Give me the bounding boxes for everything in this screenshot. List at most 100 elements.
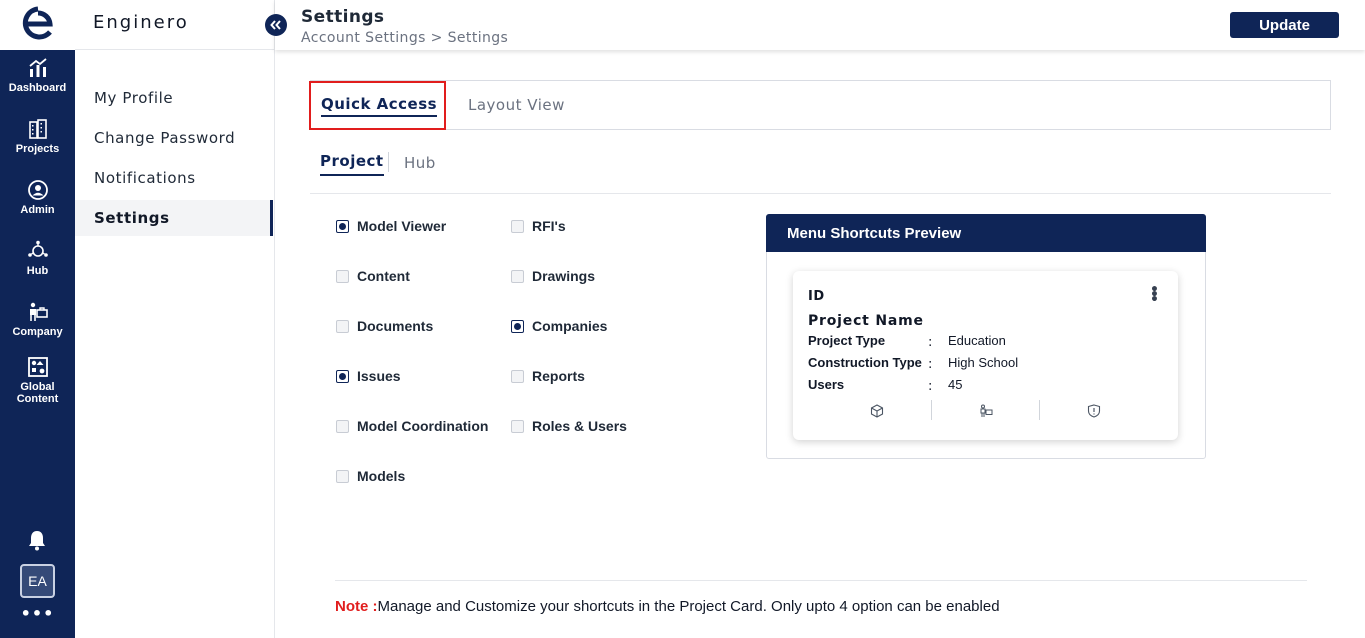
checkbox[interactable]	[336, 419, 349, 433]
avatar[interactable]: EA	[20, 564, 55, 598]
field-colon: :	[928, 379, 933, 394]
option-label: Model Viewer	[357, 218, 447, 234]
option-rfis[interactable]: RFI's	[511, 218, 566, 234]
divider	[335, 580, 1307, 581]
bell-icon[interactable]	[26, 529, 48, 551]
preview-title: Menu Shortcuts Preview	[766, 214, 1206, 252]
field-key: Users	[808, 377, 845, 392]
tab-quick-access[interactable]: Quick Access	[309, 81, 446, 130]
option-companies[interactable]: Companies	[511, 318, 607, 334]
sidebar-item-my-profile[interactable]: My Profile	[75, 80, 274, 116]
checkbox[interactable]	[511, 319, 524, 333]
rail-item-projects[interactable]: Projects	[0, 118, 75, 155]
tab-layout-view[interactable]: Layout View	[468, 96, 565, 114]
update-button[interactable]: Update	[1230, 12, 1339, 38]
breadcrumb[interactable]: Account Settings > Settings	[301, 30, 508, 46]
shortcut-issues[interactable]	[1040, 400, 1148, 422]
rail-label: Dashboard	[8, 82, 67, 94]
option-model-viewer[interactable]: Model Viewer	[336, 218, 446, 234]
building-icon	[28, 119, 47, 139]
page-header: Settings Account Settings > Settings Upd…	[275, 0, 1365, 50]
field-colon: :	[928, 335, 933, 350]
field-value: Education	[948, 333, 1006, 348]
rail-item-company[interactable]: Company	[0, 301, 75, 338]
app-logo[interactable]	[0, 0, 75, 50]
rail-label: Hub	[26, 265, 49, 277]
hub-icon	[27, 240, 48, 257]
shortcut-model-viewer[interactable]	[823, 400, 931, 422]
card-project-name: Project Name	[808, 313, 924, 329]
sidebar-header: Enginero	[75, 0, 275, 50]
project-card-preview: ID • • • Project Name Project Type : Educa…	[793, 271, 1178, 440]
field-key: Project Type	[808, 333, 886, 348]
shield-icon	[1088, 404, 1101, 418]
shortcut-companies[interactable]	[932, 400, 1040, 422]
checkbox[interactable]	[511, 219, 524, 233]
company-icon	[980, 404, 992, 417]
note-label: Note :	[335, 598, 378, 615]
option-roles-users[interactable]: Roles & Users	[511, 418, 627, 434]
rail-item-dashboard[interactable]: Dashboard	[0, 57, 75, 94]
collapse-sidebar-button[interactable]	[265, 14, 287, 36]
tab-label: Quick Access	[321, 95, 438, 117]
note-text: Note :Manage and Customize your shortcut…	[335, 598, 1000, 615]
more-icon[interactable]: •••	[0, 604, 75, 623]
option-reports[interactable]: Reports	[511, 368, 585, 384]
rail-item-hub[interactable]: Hub	[0, 240, 75, 277]
subtab-project[interactable]: Project	[320, 152, 384, 176]
user-gear-icon	[27, 180, 48, 200]
rail-label: Content	[16, 393, 59, 405]
checkbox[interactable]	[511, 269, 524, 283]
option-label: Issues	[357, 368, 401, 384]
page-title: Settings	[301, 7, 385, 27]
checkbox[interactable]	[511, 419, 524, 433]
option-label: Model Coordination	[357, 418, 489, 434]
card-shortcut-icons	[823, 400, 1148, 422]
checkbox[interactable]	[336, 219, 349, 233]
field-colon: :	[928, 357, 933, 372]
option-label: Models	[357, 468, 406, 484]
checkbox[interactable]	[511, 369, 524, 383]
field-key: Construction Type	[808, 355, 922, 370]
enginero-logo-icon	[22, 6, 53, 40]
sidebar-item-settings[interactable]: Settings	[75, 200, 273, 236]
checkbox[interactable]	[336, 469, 349, 483]
tabs-bar	[310, 80, 1331, 130]
sidebar-item-notifications[interactable]: Notifications	[75, 160, 274, 196]
chart-icon	[28, 58, 47, 77]
rail-label: Global	[20, 381, 55, 393]
divider	[310, 193, 1331, 194]
rail-label: Projects	[15, 143, 60, 155]
cube-icon	[870, 404, 883, 418]
left-rail: Dashboard Projects Admin Hub Company Glo…	[0, 0, 75, 638]
option-label: Roles & Users	[532, 418, 627, 434]
checkbox[interactable]	[336, 319, 349, 333]
sidebar-item-change-password[interactable]: Change Password	[75, 120, 274, 156]
rail-label: Admin	[20, 204, 55, 216]
option-model-coordination[interactable]: Model Coordination	[336, 418, 488, 434]
option-models[interactable]: Models	[336, 468, 405, 484]
option-label: Documents	[357, 318, 434, 334]
option-documents[interactable]: Documents	[336, 318, 433, 334]
option-issues[interactable]: Issues	[336, 368, 401, 384]
option-content[interactable]: Content	[336, 268, 410, 284]
option-label: Reports	[532, 368, 585, 384]
company-icon	[29, 302, 48, 321]
settings-sidebar: Enginero My Profile Change Password Noti…	[75, 0, 275, 638]
option-drawings[interactable]: Drawings	[511, 268, 595, 284]
rail-item-global-content[interactable]: Global Content	[0, 356, 75, 405]
rail-item-admin[interactable]: Admin	[0, 179, 75, 216]
option-label: Content	[357, 268, 410, 284]
note-message: Manage and Customize your shortcuts in t…	[377, 598, 1000, 615]
kebab-menu-icon[interactable]: • • •	[1150, 283, 1159, 307]
option-label: Drawings	[532, 268, 596, 284]
checkbox[interactable]	[336, 269, 349, 283]
option-label: RFI's	[532, 218, 566, 234]
field-value: 45	[948, 377, 963, 392]
subtab-divider	[388, 152, 389, 172]
double-chevron-left-icon	[270, 20, 281, 30]
grid-icon	[27, 357, 48, 377]
subtab-hub[interactable]: Hub	[404, 154, 436, 172]
checkbox[interactable]	[336, 369, 349, 383]
card-id: ID	[808, 289, 825, 304]
